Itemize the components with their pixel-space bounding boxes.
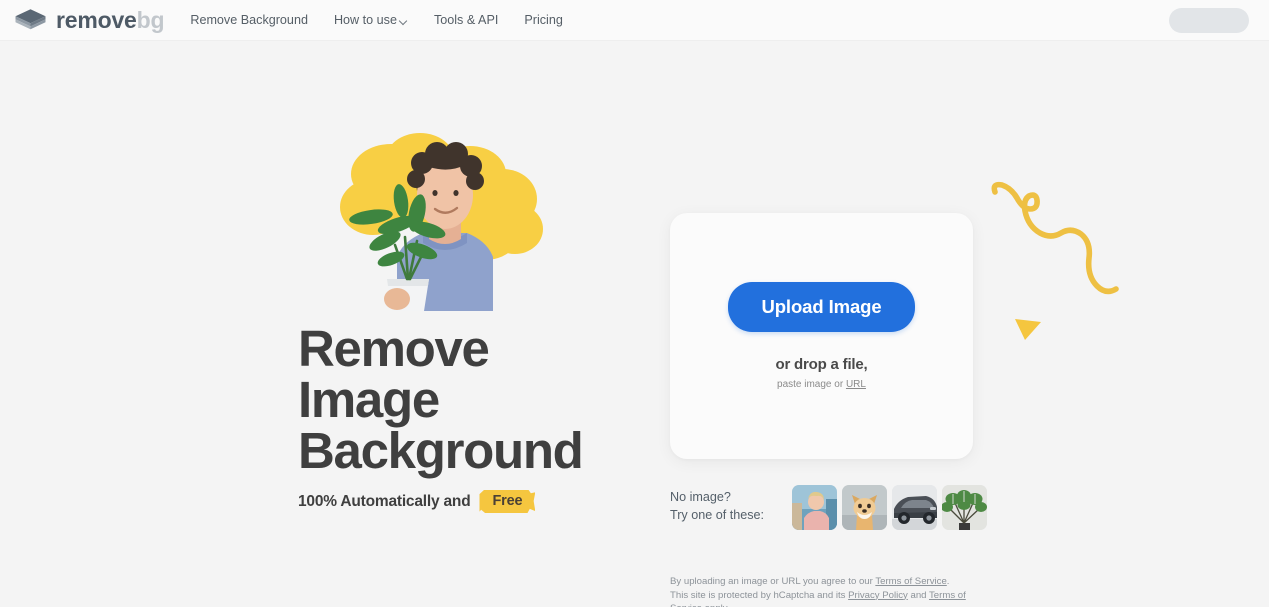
drop-file-text: or drop a file, xyxy=(775,356,868,373)
terms-of-service-link-1[interactable]: Terms of Service xyxy=(875,576,946,587)
headline-line-2: Background xyxy=(298,422,584,479)
hero-left-column: Remove Image Background 100% Automatical… xyxy=(0,41,640,607)
hero-headline-block: Remove Image Background 100% Automatical… xyxy=(298,323,628,513)
brand-wordmark: removebg xyxy=(56,6,165,33)
sample-thumb-plant[interactable] xyxy=(942,485,988,530)
main-navigation: Remove Background How to use Tools & API… xyxy=(190,13,563,27)
free-badge: Free xyxy=(479,490,536,513)
sample-images-label: No image? Try one of these: xyxy=(670,485,764,525)
legal-part-4: apply. xyxy=(702,603,730,607)
privacy-policy-link[interactable]: Privacy Policy xyxy=(848,590,908,601)
hero-subline: 100% Automatically and Free xyxy=(298,490,628,513)
hero-subline-text: 100% Automatically and xyxy=(298,492,471,510)
site-header: removebg Remove Background How to use To… xyxy=(0,0,1269,41)
sample-images-row: No image? Try one of these: xyxy=(670,485,988,530)
legal-disclaimer: By uploading an image or URL you agree t… xyxy=(670,575,970,607)
headline-line-1: Remove Image xyxy=(298,320,490,428)
sample-thumb-person[interactable] xyxy=(792,485,838,530)
brand-name-primary: remove xyxy=(56,6,137,33)
page-title: Remove Image Background xyxy=(298,323,628,476)
nav-tools-api-label: Tools & API xyxy=(433,13,499,27)
squiggle-decoration-icon xyxy=(985,176,1135,331)
main-content: Remove Image Background 100% Automatical… xyxy=(0,41,1269,607)
hero-illustration xyxy=(325,129,557,311)
header-right-area xyxy=(1169,7,1249,33)
legal-part-3: and xyxy=(907,589,929,601)
brand-logo[interactable]: removebg xyxy=(14,6,165,33)
sample-thumb-car[interactable] xyxy=(892,485,938,530)
nav-remove-background[interactable]: Remove Background xyxy=(190,13,308,27)
sample-label-line-2: Try one of these: xyxy=(670,507,765,522)
upload-image-button[interactable]: Upload Image xyxy=(728,282,915,332)
nav-tools-api[interactable]: Tools & API xyxy=(434,13,498,27)
account-button-placeholder[interactable] xyxy=(1169,7,1249,33)
nav-how-to-use[interactable]: How to use xyxy=(334,13,408,27)
paste-hint-prefix: paste image or xyxy=(777,379,846,390)
paste-hint-text: paste image or URL xyxy=(777,379,866,390)
nav-pricing-label: Pricing xyxy=(524,13,563,27)
upload-dropzone-card[interactable]: Upload Image or drop a file, paste image… xyxy=(670,213,973,459)
sample-thumbnails xyxy=(792,485,988,530)
sample-label-line-1: No image? xyxy=(670,490,731,504)
sample-images-section: No image? Try one of these: xyxy=(670,485,988,530)
brand-name-secondary: bg xyxy=(136,6,165,33)
nav-pricing[interactable]: Pricing xyxy=(524,13,563,27)
paste-url-link[interactable]: URL xyxy=(846,379,866,390)
triangle-decoration-icon xyxy=(1014,317,1042,341)
layers-icon xyxy=(14,8,47,32)
chevron-down-icon xyxy=(400,17,408,25)
sample-thumb-dog[interactable] xyxy=(842,485,888,530)
legal-part-1: By uploading an image or URL you agree t… xyxy=(670,576,876,587)
nav-how-to-use-label: How to use xyxy=(333,13,397,27)
nav-remove-background-label: Remove Background xyxy=(190,13,308,27)
